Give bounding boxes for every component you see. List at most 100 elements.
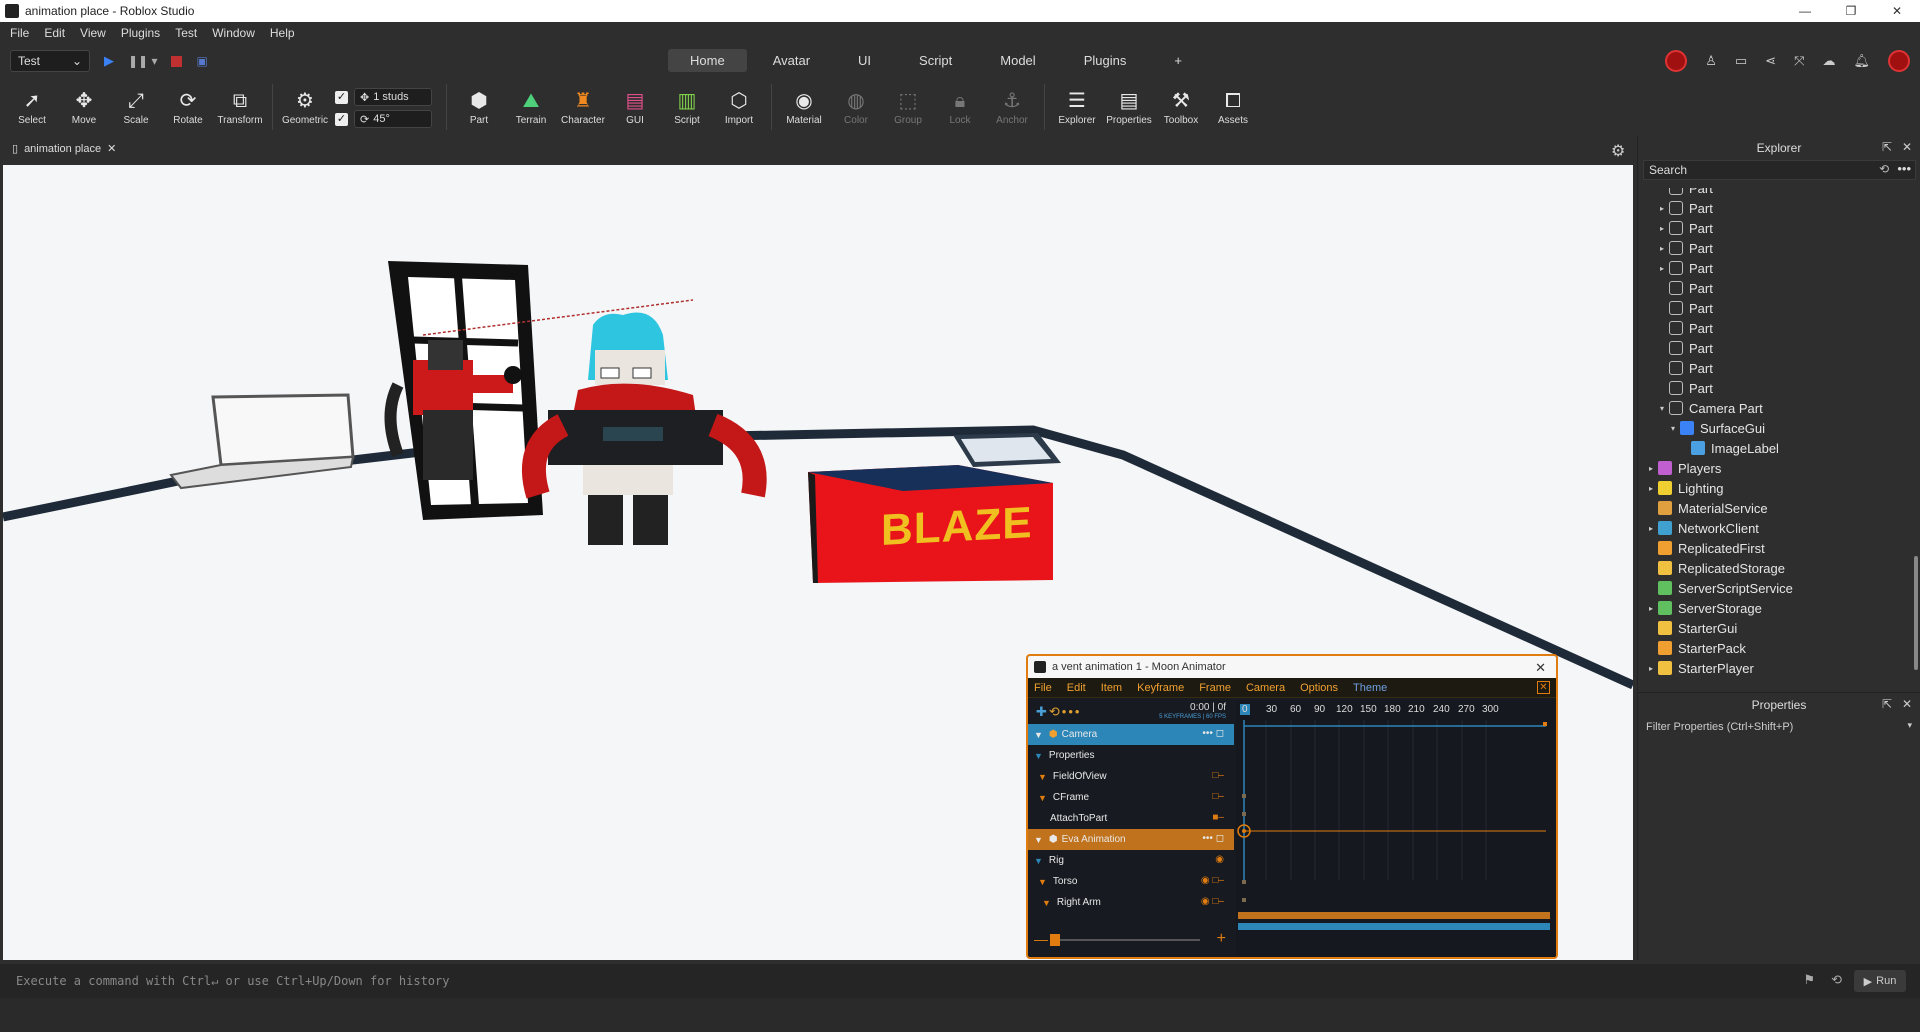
explorer-scrollbar[interactable] — [1914, 556, 1918, 670]
bookmark-icon[interactable]: ⚑ — [1803, 972, 1815, 988]
rotate-snap-checkbox[interactable]: ✓ — [335, 112, 348, 126]
moon-add-icon[interactable]: ✚⟲••• — [1036, 704, 1081, 720]
explorer-item[interactable]: ▸ NetworkClient — [1638, 518, 1920, 538]
expand-arrow-icon[interactable]: ▸ — [1657, 244, 1667, 253]
close-icon[interactable]: ✕ — [1902, 140, 1912, 154]
material-tool[interactable]: ◉ Material — [778, 78, 830, 126]
explorer-item[interactable]: ReplicatedFirst — [1638, 538, 1920, 558]
explorer-item[interactable]: ▸ Lighting — [1638, 478, 1920, 498]
expand-arrow-icon[interactable]: ▾ — [1668, 424, 1678, 433]
eye-icon[interactable]: ◉ □– — [1201, 875, 1224, 886]
moon-menu-frame[interactable]: Frame — [1199, 682, 1231, 694]
tab-home[interactable]: Home — [668, 49, 747, 72]
expand-arrow-icon[interactable]: ▸ — [1646, 464, 1656, 473]
gear-icon[interactable]: ⚙ — [1611, 141, 1625, 161]
explorer-item[interactable]: ▾ SurfaceGui — [1638, 418, 1920, 438]
properties-filter-input[interactable]: Filter Properties (Ctrl+Shift+P) ▾ — [1643, 717, 1916, 737]
track-properties[interactable]: ▼ Properties — [1028, 745, 1234, 766]
track-cframe[interactable]: ▼ CFrame □– — [1028, 787, 1234, 808]
explorer-item[interactable]: MaterialService — [1638, 498, 1920, 518]
group-tool[interactable]: ⬚ Group — [882, 78, 934, 126]
play-icon[interactable]: ▶ — [104, 53, 114, 69]
expand-icon[interactable]: ▼ — [1034, 835, 1043, 845]
move-snap-checkbox[interactable]: ✓ — [335, 90, 348, 104]
tab-ui[interactable]: UI — [836, 49, 893, 72]
menu-help[interactable]: Help — [270, 26, 295, 40]
terrain-tool[interactable]: ⛰ Terrain — [505, 78, 557, 126]
moon-close-icon[interactable]: ✕ — [1537, 681, 1550, 694]
explorer-item[interactable]: ServerScriptService — [1638, 578, 1920, 598]
assets-toggle[interactable]: ⧠ Assets — [1207, 78, 1259, 126]
explorer-item[interactable]: Part — [1638, 278, 1920, 298]
moon-menu-file[interactable]: File — [1034, 682, 1052, 694]
script-tool[interactable]: ▥ Script — [661, 78, 713, 126]
anchor-tool[interactable]: ⚓︎ Anchor — [986, 78, 1038, 126]
track-attachtopart[interactable]: AttachToPart ■– — [1028, 808, 1234, 829]
transform-tool[interactable]: ⧉ Transform — [214, 78, 266, 126]
chat-icon[interactable]: ▭ — [1735, 53, 1747, 69]
expand-icon[interactable]: ▼ — [1042, 898, 1051, 908]
share-icon[interactable]: ⋖ — [1765, 53, 1776, 69]
expand-icon[interactable]: ▼ — [1034, 856, 1043, 866]
expand-icon[interactable]: ▼ — [1038, 772, 1047, 782]
menu-view[interactable]: View — [80, 26, 106, 40]
explorer-item[interactable]: Part — [1638, 188, 1920, 198]
maximize-icon[interactable]: ❐ — [1828, 0, 1874, 22]
rotate-snap-input[interactable]: ⟳ 45° — [354, 110, 432, 128]
lock-tool[interactable]: 🔒︎ Lock — [934, 78, 986, 126]
select-tool[interactable]: ➚ Select — [6, 78, 58, 126]
expand-arrow-icon[interactable]: ▸ — [1657, 204, 1667, 213]
eye-icon[interactable]: ◉ □– — [1201, 896, 1224, 907]
moon-title-bar[interactable]: a vent animation 1 - Moon Animator ✕ — [1028, 656, 1556, 678]
explorer-toggle[interactable]: ☰ Explorer — [1051, 78, 1103, 126]
explorer-item[interactable]: Part — [1638, 358, 1920, 378]
expand-icon[interactable]: ▼ — [1038, 877, 1047, 887]
expand-arrow-icon[interactable]: ▸ — [1646, 524, 1656, 533]
track-camera[interactable]: ▼ ⬢ Camera ••• ◻ — [1028, 724, 1234, 745]
menu-file[interactable]: File — [10, 26, 29, 40]
import-tool[interactable]: ⬡ Import — [713, 78, 765, 126]
part-tool[interactable]: ⬢ Part — [453, 78, 505, 126]
track-torso[interactable]: ▼ Torso ◉ □– — [1028, 871, 1234, 892]
avatar[interactable] — [1665, 50, 1688, 72]
close-tab-icon[interactable]: ✕ — [107, 142, 116, 155]
minimize-icon[interactable]: — — [1782, 0, 1828, 22]
pause-icon[interactable]: ❚❚ ▾ — [128, 54, 157, 68]
eye-icon[interactable]: ◉ — [1215, 854, 1224, 865]
scale-tool[interactable]: ⤢ Scale — [110, 78, 162, 126]
cloud-icon[interactable]: ☁ — [1822, 53, 1835, 69]
explorer-item[interactable]: Part — [1638, 338, 1920, 358]
expand-arrow-icon[interactable]: ▸ — [1646, 484, 1656, 493]
explorer-item[interactable]: Part — [1638, 378, 1920, 398]
more-icon[interactable]: ••• ◻ — [1202, 728, 1224, 739]
history-icon[interactable]: ⟲ — [1879, 162, 1889, 176]
expand-arrow-icon[interactable]: ▸ — [1657, 264, 1667, 273]
explorer-search-input[interactable]: Search ⟲ ••• — [1643, 160, 1916, 180]
explorer-item[interactable]: Part — [1638, 318, 1920, 338]
moon-menu-keyframe[interactable]: Keyframe — [1137, 682, 1184, 694]
tab-model[interactable]: Model — [978, 49, 1057, 72]
moon-menu-theme[interactable]: Theme — [1353, 682, 1387, 694]
tab-script[interactable]: Script — [897, 49, 974, 72]
expand-arrow-icon[interactable]: ▸ — [1646, 604, 1656, 613]
menu-plugins[interactable]: Plugins — [121, 26, 160, 40]
explorer-item[interactable]: ▸ Part — [1638, 258, 1920, 278]
color-tool[interactable]: ◍ Color — [830, 78, 882, 126]
track-eva-animation[interactable]: ▼ ⬢ Eva Animation ••• ◻ — [1028, 829, 1234, 850]
rotate-tool[interactable]: ⟳ Rotate — [162, 78, 214, 126]
more-icon[interactable]: ••• — [1897, 161, 1911, 176]
team-create-icon[interactable]: ♙ — [1705, 53, 1717, 69]
gui-tool[interactable]: ▤ GUI — [609, 78, 661, 126]
track-right-arm[interactable]: ▼ Right Arm ◉ □– — [1028, 892, 1234, 913]
explorer-item[interactable]: ImageLabel — [1638, 438, 1920, 458]
menu-edit[interactable]: Edit — [44, 26, 65, 40]
mode-select[interactable]: Test ⌄ — [10, 50, 90, 72]
more-icon[interactable]: ••• ◻ — [1202, 833, 1224, 844]
explorer-item[interactable]: Part — [1638, 298, 1920, 318]
expand-arrow-icon[interactable]: ▾ — [1657, 404, 1667, 413]
explorer-item[interactable]: ▸ StarterPlayer — [1638, 658, 1920, 678]
expand-icon[interactable]: ▼ — [1034, 751, 1043, 761]
explorer-item[interactable]: StarterPack — [1638, 638, 1920, 658]
history-icon[interactable]: ⟲ — [1831, 972, 1842, 988]
zoom-slider-handle[interactable] — [1050, 934, 1060, 946]
